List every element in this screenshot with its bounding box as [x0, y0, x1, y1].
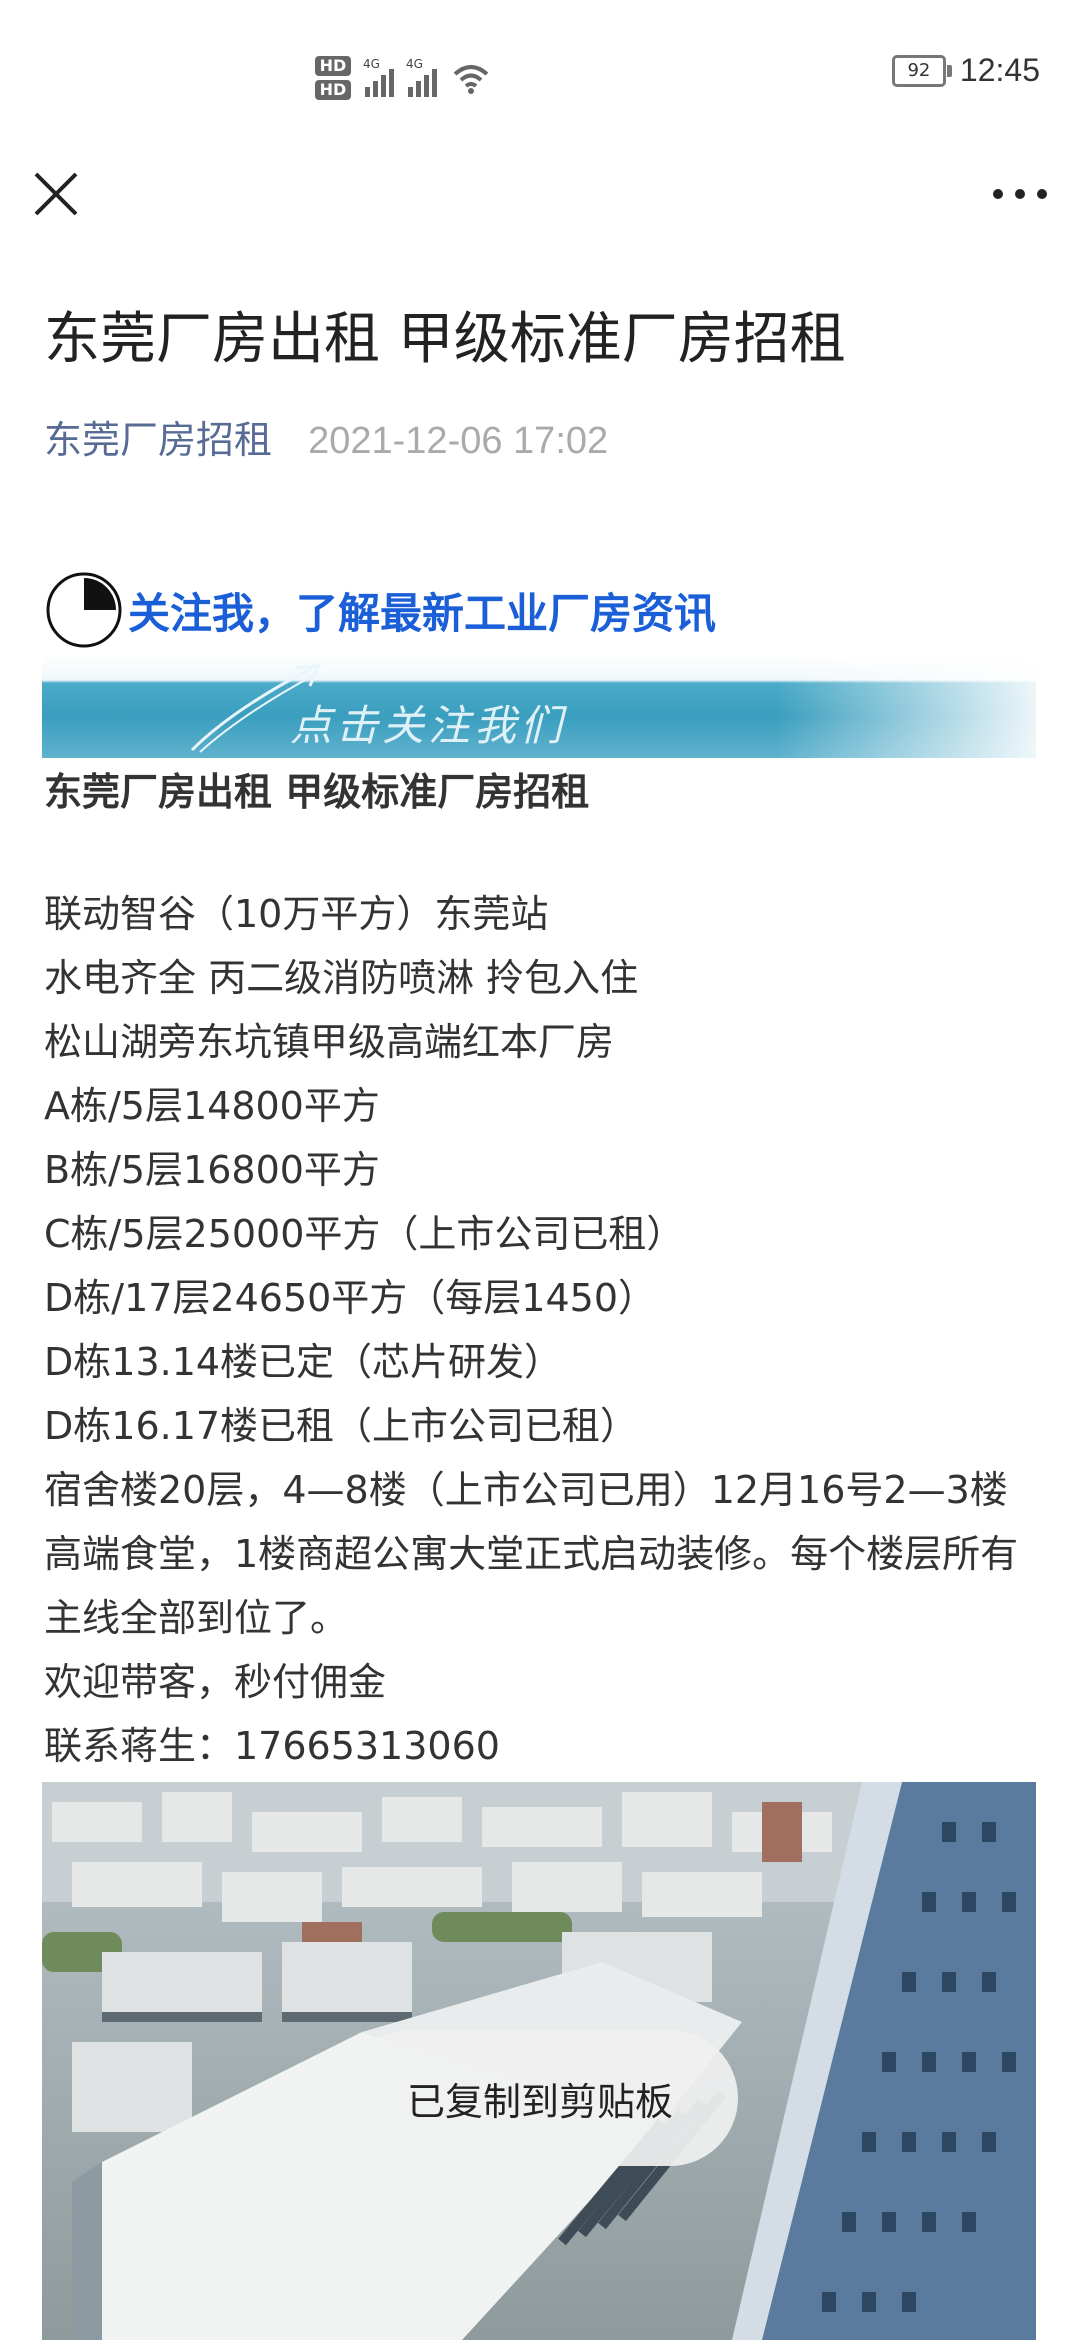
banner-text: 点击关注我们	[290, 701, 567, 750]
author-link[interactable]: 东莞厂房招租	[44, 418, 272, 462]
clock: 12:45	[959, 52, 1040, 88]
body-line: B栋/5层16800平方	[44, 1148, 380, 1192]
network-type-1: 4G	[363, 57, 380, 71]
body-line: D栋16.17楼已租（上市公司已租）	[44, 1404, 639, 1448]
body-line: 松山湖旁东坑镇甲级高端红本厂房	[44, 1020, 615, 1064]
more-icon[interactable]	[990, 172, 1050, 216]
body-line: 欢迎带客，秒付佣金	[44, 1660, 387, 1704]
follow-banner[interactable]: 点击关注我们	[42, 654, 1036, 758]
article-title: 东莞厂房出租 甲级标准厂房招租	[44, 307, 846, 372]
body-line: D栋13.14楼已定（芯片研发）	[44, 1340, 563, 1384]
hd-badges: HD HD	[315, 56, 351, 100]
signal-icon-2: 4G	[406, 57, 437, 97]
follow-row: 关注我，了解最新工业厂房资讯	[44, 568, 716, 652]
article-meta: 东莞厂房招租 2021-12-06 17:02	[44, 412, 1036, 469]
status-bar: HD HD 4G 4G 92 12:45	[0, 0, 1080, 150]
body-line: 宿舍楼20层，4—8楼（上市公司已用）12月16号2—3楼高端食堂，1楼商超公寓…	[44, 1468, 1019, 1640]
battery-icon: 92	[891, 54, 952, 87]
toast-message: 已复制到剪贴板	[342, 2030, 738, 2166]
follow-prompt: 关注我，了解最新工业厂房资讯	[128, 588, 717, 638]
publish-date: 2021-12-06 17:02	[308, 420, 609, 462]
battery-level: 92	[907, 59, 931, 81]
article-body: 东莞厂房出租 甲级标准厂房招租 联动智谷（10万平方）东莞站 水电齐全 丙二级消…	[44, 766, 1036, 1778]
article-header: 东莞厂房出租 甲级标准厂房招租 东莞厂房招租 2021-12-06 17:02	[44, 300, 1036, 469]
hd-badge-2: HD	[315, 80, 351, 100]
body-line: A栋/5层14800平方	[44, 1084, 380, 1128]
network-type-2: 4G	[406, 57, 423, 71]
toast-text: 已复制到剪贴板	[406, 2079, 673, 2124]
body-line: C栋/5层25000平方（上市公司已租）	[44, 1212, 685, 1256]
nav-bar	[0, 150, 1080, 240]
wifi-icon	[453, 65, 489, 94]
close-icon[interactable]	[30, 168, 82, 220]
clock-icon	[46, 572, 122, 648]
body-title: 东莞厂房出租 甲级标准厂房招租	[44, 770, 590, 814]
hd-badge-1: HD	[315, 56, 351, 76]
body-line: 联动智谷（10万平方）东莞站	[44, 892, 549, 936]
body-line: D栋/17层24650平方（每层1450）	[44, 1276, 657, 1320]
contact-line[interactable]: 联系蒋生：17665313060	[44, 1714, 1036, 1778]
body-line: 水电齐全 丙二级消防喷淋 拎包入住	[44, 956, 639, 1000]
signal-indicators: HD HD 4G 4G	[315, 48, 491, 108]
signal-icon-1: 4G	[363, 57, 394, 97]
status-right: 92 12:45	[891, 52, 1040, 89]
